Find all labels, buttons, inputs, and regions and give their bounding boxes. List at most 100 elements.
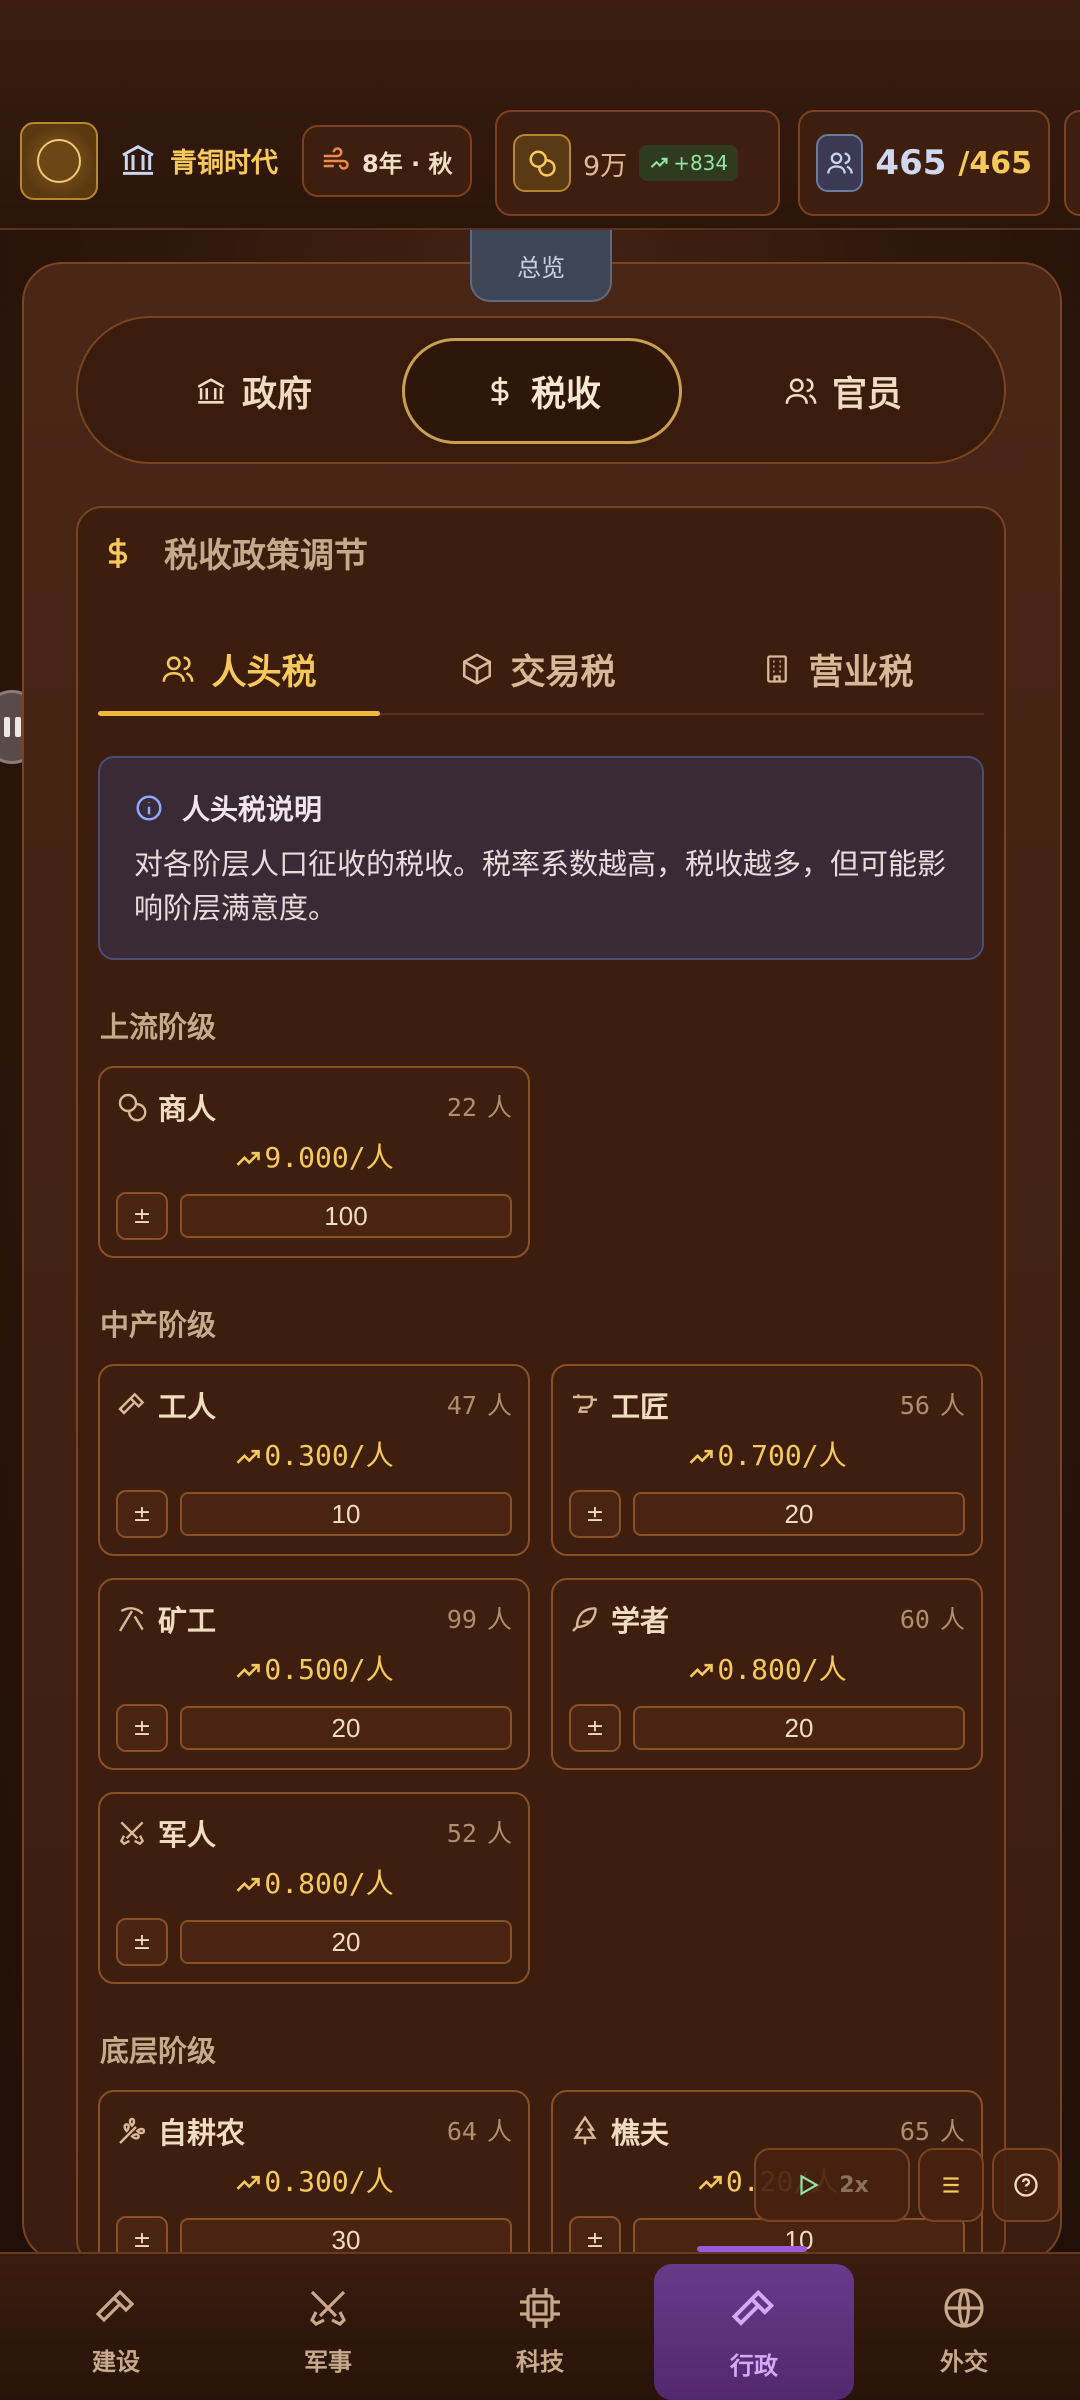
temple-icon [122, 144, 154, 175]
class-count-value: 99 [446, 1605, 477, 1634]
class-name-row: 工人 [116, 1384, 216, 1426]
subtab-label: 营业税 [808, 652, 914, 693]
subtab-trade-tax[interactable]: 交易税 [398, 625, 678, 713]
subtab-head-tax[interactable]: 人头税 [98, 625, 380, 716]
class-count-unit: 人 [486, 1605, 512, 1634]
help-icon [1014, 2173, 1038, 2197]
tax-rate-input[interactable] [180, 1492, 512, 1536]
emblem-icon [37, 139, 81, 183]
tax-subtabs: 人头税 交易税 营业税 [98, 625, 984, 716]
nav-military[interactable]: 军事 [228, 2268, 428, 2392]
class-rate: 0.800/人 [100, 1862, 528, 1902]
class-rate: 0.300/人 [100, 2160, 528, 2200]
class-name-row: 矿工 [116, 1598, 216, 1640]
top-status-bar: 青铜时代 8年 · 秋 9万 +834 465 /465 [0, 0, 1080, 230]
help-button[interactable] [992, 2148, 1060, 2222]
date-label: 8年 · 秋 [362, 149, 453, 178]
tax-rate-input[interactable] [633, 1706, 965, 1750]
toggle-sign-button[interactable]: ± [116, 1490, 168, 1538]
tax-rate-input[interactable] [180, 1194, 512, 1238]
nav-tech[interactable]: 科技 [440, 2268, 640, 2392]
class-count-value: 60 [899, 1605, 930, 1634]
trend-up-icon [237, 1877, 261, 1892]
segment-government[interactable]: 政府 [138, 338, 368, 444]
tax-rate-input[interactable] [180, 1920, 512, 1964]
nav-diplomacy[interactable]: 外交 [864, 2268, 1064, 2392]
class-count-value: 56 [899, 1391, 930, 1420]
class-name: 矿工 [158, 1604, 217, 1638]
class-count-unit: 人 [939, 2117, 965, 2146]
nav-active-indicator [697, 2246, 807, 2252]
class-count: 52 人 [447, 1814, 512, 1850]
wheat-icon [119, 2117, 146, 2144]
feather-icon [572, 1607, 597, 1632]
building-icon [767, 655, 788, 683]
nav-label: 外交 [940, 2347, 988, 2376]
swords-icon [310, 2290, 346, 2326]
users-icon [816, 134, 864, 192]
class-count: 56 人 [900, 1386, 965, 1422]
tax-rate-input[interactable] [633, 1492, 965, 1536]
class-rate: 0.700/人 [553, 1434, 981, 1474]
segment-officials[interactable]: 官员 [728, 338, 958, 444]
tax-card-header: 税收政策调节 [100, 528, 368, 577]
nav-admin[interactable]: 行政 [654, 2264, 854, 2400]
overflow-chip[interactable] [1064, 110, 1080, 216]
admin-segment-control: 政府 税收 官员 [76, 316, 1006, 464]
class-rate: 0.300/人 [100, 1434, 528, 1474]
toggle-sign-button[interactable]: ± [116, 1918, 168, 1966]
menu-button[interactable] [918, 2148, 984, 2222]
info-icon [136, 795, 162, 821]
class-name: 军人 [158, 1818, 217, 1852]
trend-up-icon [650, 157, 668, 168]
segment-label: 政府 [241, 374, 312, 415]
toggle-sign-button[interactable]: ± [569, 1490, 621, 1538]
tax-card-title: 税收政策调节 [164, 536, 368, 576]
section-middle-class: 中产阶级 [100, 1308, 217, 1342]
tax-rate-input[interactable] [180, 1706, 512, 1750]
speed-label: 2x [839, 2172, 869, 2198]
money-chip[interactable]: 9万 +834 [495, 110, 780, 216]
class-count: 99 人 [447, 1600, 512, 1636]
class-card-worker: 工人 47 人 0.300/人 ± [98, 1364, 530, 1556]
class-rate-value: 0.700/人 [717, 1439, 847, 1472]
population-chip[interactable]: 465 /465 [798, 110, 1050, 216]
coins-icon [513, 134, 571, 192]
nav-label: 行政 [730, 2351, 778, 2380]
class-name: 自耕农 [158, 2116, 246, 2150]
dollar-icon [108, 537, 128, 568]
era-indicator[interactable]: 青铜时代 [118, 140, 278, 180]
class-count-value: 22 [446, 1093, 477, 1122]
class-name-row: 樵夫 [569, 2110, 669, 2152]
subtab-business-tax[interactable]: 营业税 [698, 625, 978, 713]
class-name: 商人 [158, 1092, 217, 1126]
subtab-label: 交易税 [510, 652, 616, 693]
class-rate: 9.000/人 [100, 1136, 528, 1176]
toggle-sign-button[interactable]: ± [116, 1192, 168, 1240]
subtab-active-indicator [98, 711, 380, 716]
nav-build[interactable]: 建设 [16, 2268, 216, 2392]
hammer-icon [95, 2289, 135, 2322]
segment-tax[interactable]: 税收 [402, 338, 682, 444]
class-count: 64 人 [447, 2112, 512, 2148]
population-current: 465 [875, 143, 947, 183]
toggle-sign-button[interactable]: ± [116, 1704, 168, 1752]
nav-label: 科技 [516, 2347, 564, 2376]
toggle-sign-button[interactable]: ± [569, 1704, 621, 1752]
class-count: 60 人 [900, 1600, 965, 1636]
class-count-value: 47 [446, 1391, 477, 1420]
speed-control[interactable]: 2x [754, 2148, 910, 2222]
class-name: 工匠 [611, 1390, 670, 1424]
class-rate-value: 0.800/人 [717, 1653, 847, 1686]
class-card-miner: 矿工 99 人 0.500/人 ± [98, 1578, 530, 1770]
trend-up-icon [237, 2175, 261, 2190]
date-chip[interactable]: 8年 · 秋 [302, 125, 472, 197]
info-title-row: 人头税说明 [134, 788, 948, 828]
trend-up-icon [698, 2175, 722, 2190]
overview-tab[interactable]: 总览 [470, 230, 612, 302]
class-name-row: 工匠 [569, 1384, 669, 1426]
trend-up-icon [690, 1449, 714, 1464]
anvil-icon [573, 1394, 597, 1413]
civilization-emblem[interactable] [20, 122, 98, 200]
users-icon [163, 656, 194, 682]
